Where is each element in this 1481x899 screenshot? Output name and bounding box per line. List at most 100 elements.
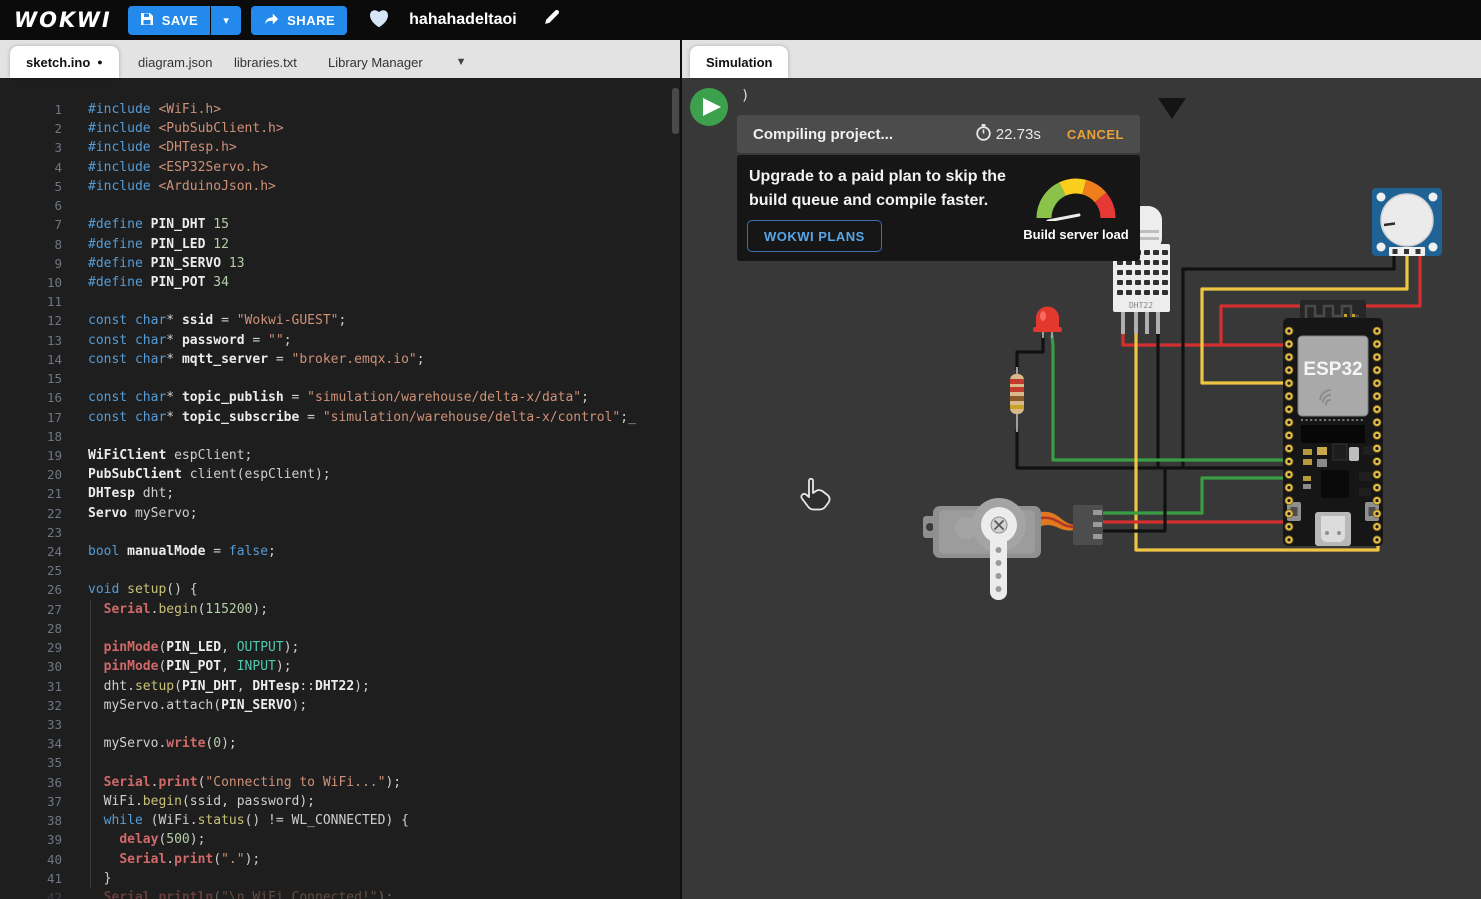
line-number: 10 (0, 273, 62, 292)
wokwi-logo[interactable]: WOKWI (14, 8, 112, 32)
line-number: 2 (0, 119, 62, 138)
line-number: 31 (0, 677, 62, 696)
esp32-board[interactable]: ESP32 (1283, 300, 1383, 546)
editor-scrollbar-thumb[interactable] (672, 88, 679, 134)
line-number: 4 (0, 158, 62, 177)
line-number: 24 (0, 542, 62, 561)
code-line[interactable]: 9#define PIN_SERVO 13 (0, 254, 681, 273)
tab-strip: sketch.ino ● diagram.json libraries.txt … (0, 40, 1481, 78)
code-line[interactable]: 19WiFiClient espClient; (0, 446, 681, 465)
code-line[interactable]: 42 Serial.println("\n WiFi Connected!"); (0, 888, 681, 899)
edit-pencil-icon[interactable] (543, 9, 560, 31)
code-line[interactable]: 11 (0, 292, 681, 311)
code-line[interactable]: 24bool manualMode = false; (0, 542, 681, 561)
line-number: 40 (0, 850, 62, 869)
line-number: 41 (0, 869, 62, 888)
tab-label: libraries.txt (234, 55, 297, 70)
code-line[interactable]: 23 (0, 523, 681, 542)
servo-motor[interactable] (923, 498, 1103, 600)
line-number: 28 (0, 619, 62, 638)
tab-libraries-txt[interactable]: libraries.txt (218, 46, 313, 78)
line-number: 9 (0, 254, 62, 273)
line-number: 27 (0, 600, 62, 619)
pot-knob[interactable] (1381, 194, 1433, 246)
potentiometer[interactable] (1372, 188, 1442, 256)
line-number: 33 (0, 715, 62, 734)
line-number: 18 (0, 427, 62, 446)
code-line[interactable]: 39 delay(500); (0, 830, 681, 849)
code-line[interactable]: 12const char* ssid = "Wokwi-GUEST"; (0, 311, 681, 330)
servo-connector (1073, 505, 1103, 545)
code-line[interactable]: 13const char* password = ""; (0, 331, 681, 350)
wire-black-led-cathode (1017, 336, 1043, 369)
code-line[interactable]: 32 myServo.attach(PIN_SERVO); (0, 696, 681, 715)
code-line[interactable]: 16const char* topic_publish = "simulatio… (0, 388, 681, 407)
code-line[interactable]: 20PubSubClient client(espClient); (0, 465, 681, 484)
code-line[interactable]: 6 (0, 196, 681, 215)
code-line[interactable]: 28 (0, 619, 681, 638)
code-line[interactable]: 17const char* topic_subscribe = "simulat… (0, 408, 681, 427)
dark-cursor-triangle (1158, 98, 1186, 119)
code-line[interactable]: 10#define PIN_POT 34 (0, 273, 681, 292)
line-number: 37 (0, 792, 62, 811)
share-button[interactable]: SHARE (251, 6, 347, 35)
stopwatch-icon (976, 124, 991, 145)
line-number: 22 (0, 504, 62, 523)
code-line[interactable]: 35 (0, 753, 681, 772)
tab-diagram-json[interactable]: diagram.json (122, 46, 228, 78)
code-line[interactable]: 31 dht.setup(PIN_DHT, DHTesp::DHT22); (0, 677, 681, 696)
code-line[interactable]: 30 pinMode(PIN_POT, INPUT); (0, 657, 681, 676)
code-line[interactable]: 5#include <ArduinoJson.h> (0, 177, 681, 196)
tab-library-manager[interactable]: Library Manager ▼ (312, 46, 483, 78)
tab-label: sketch.ino (26, 55, 90, 70)
line-number: 25 (0, 561, 62, 580)
line-number: 29 (0, 638, 62, 657)
code-line[interactable]: 3#include <DHTesp.h> (0, 138, 681, 157)
code-editor[interactable]: 1#include <WiFi.h>2#include <PubSubClien… (0, 78, 681, 899)
project-name[interactable]: hahahadeltaoi (409, 11, 517, 29)
compile-timer: 22.73s (976, 124, 1041, 145)
tab-sketch-ino[interactable]: sketch.ino ● (10, 46, 119, 78)
code-line[interactable]: 21DHTesp dht; (0, 484, 681, 503)
wokwi-plans-button[interactable]: WOKWI PLANS (747, 220, 882, 252)
resistor[interactable] (1010, 367, 1024, 432)
share-arrow-icon (263, 12, 279, 29)
code-line[interactable]: 26void setup() { (0, 580, 681, 599)
code-line[interactable]: 1#include <WiFi.h> (0, 100, 681, 119)
text-cursor: _ (628, 410, 636, 425)
line-number: 42 (0, 888, 62, 899)
code-line[interactable]: 4#include <ESP32Servo.h> (0, 158, 681, 177)
code-line[interactable]: 41 } (0, 869, 681, 888)
code-line[interactable]: 27 Serial.begin(115200); (0, 600, 681, 619)
code-line[interactable]: 36 Serial.print("Connecting to WiFi...")… (0, 773, 681, 792)
code-line[interactable]: 34 myServo.write(0); (0, 734, 681, 753)
line-number: 21 (0, 484, 62, 503)
wire-green-led-anode (1052, 336, 1287, 460)
code-line[interactable]: 29 pinMode(PIN_LED, OUTPUT); (0, 638, 681, 657)
line-number: 26 (0, 580, 62, 599)
code-line[interactable]: 14const char* mqtt_server = "broker.emqx… (0, 350, 681, 369)
cancel-button[interactable]: CANCEL (1067, 127, 1124, 142)
red-led[interactable] (1033, 307, 1062, 338)
code-line[interactable]: 25 (0, 561, 681, 580)
wire-black-gnd-rail (1017, 430, 1287, 468)
code-line[interactable]: 40 Serial.print("."); (0, 850, 681, 869)
play-button[interactable] (690, 88, 728, 126)
code-line[interactable]: 8#define PIN_LED 12 (0, 235, 681, 254)
wire-green-servo-signal (1103, 478, 1287, 513)
line-number: 15 (0, 369, 62, 388)
save-dropdown-caret[interactable]: ▾ (211, 6, 241, 35)
code-line[interactable]: 37 WiFi.begin(ssid, password); (0, 792, 681, 811)
heart-icon[interactable] (367, 7, 391, 33)
code-line[interactable]: 15 (0, 369, 681, 388)
indent-guide (90, 600, 91, 888)
code-line[interactable]: 7#define PIN_DHT 15 (0, 215, 681, 234)
code-line[interactable]: 2#include <PubSubClient.h> (0, 119, 681, 138)
code-line[interactable]: 33 (0, 715, 681, 734)
code-line[interactable]: 38 while (WiFi.status() != WL_CONNECTED)… (0, 811, 681, 830)
code-line[interactable]: 18 (0, 427, 681, 446)
gauge-needle (1048, 215, 1079, 221)
code-line[interactable]: 22Servo myServo; (0, 504, 681, 523)
save-button[interactable]: SAVE (128, 6, 210, 35)
tab-simulation[interactable]: Simulation (690, 46, 788, 78)
